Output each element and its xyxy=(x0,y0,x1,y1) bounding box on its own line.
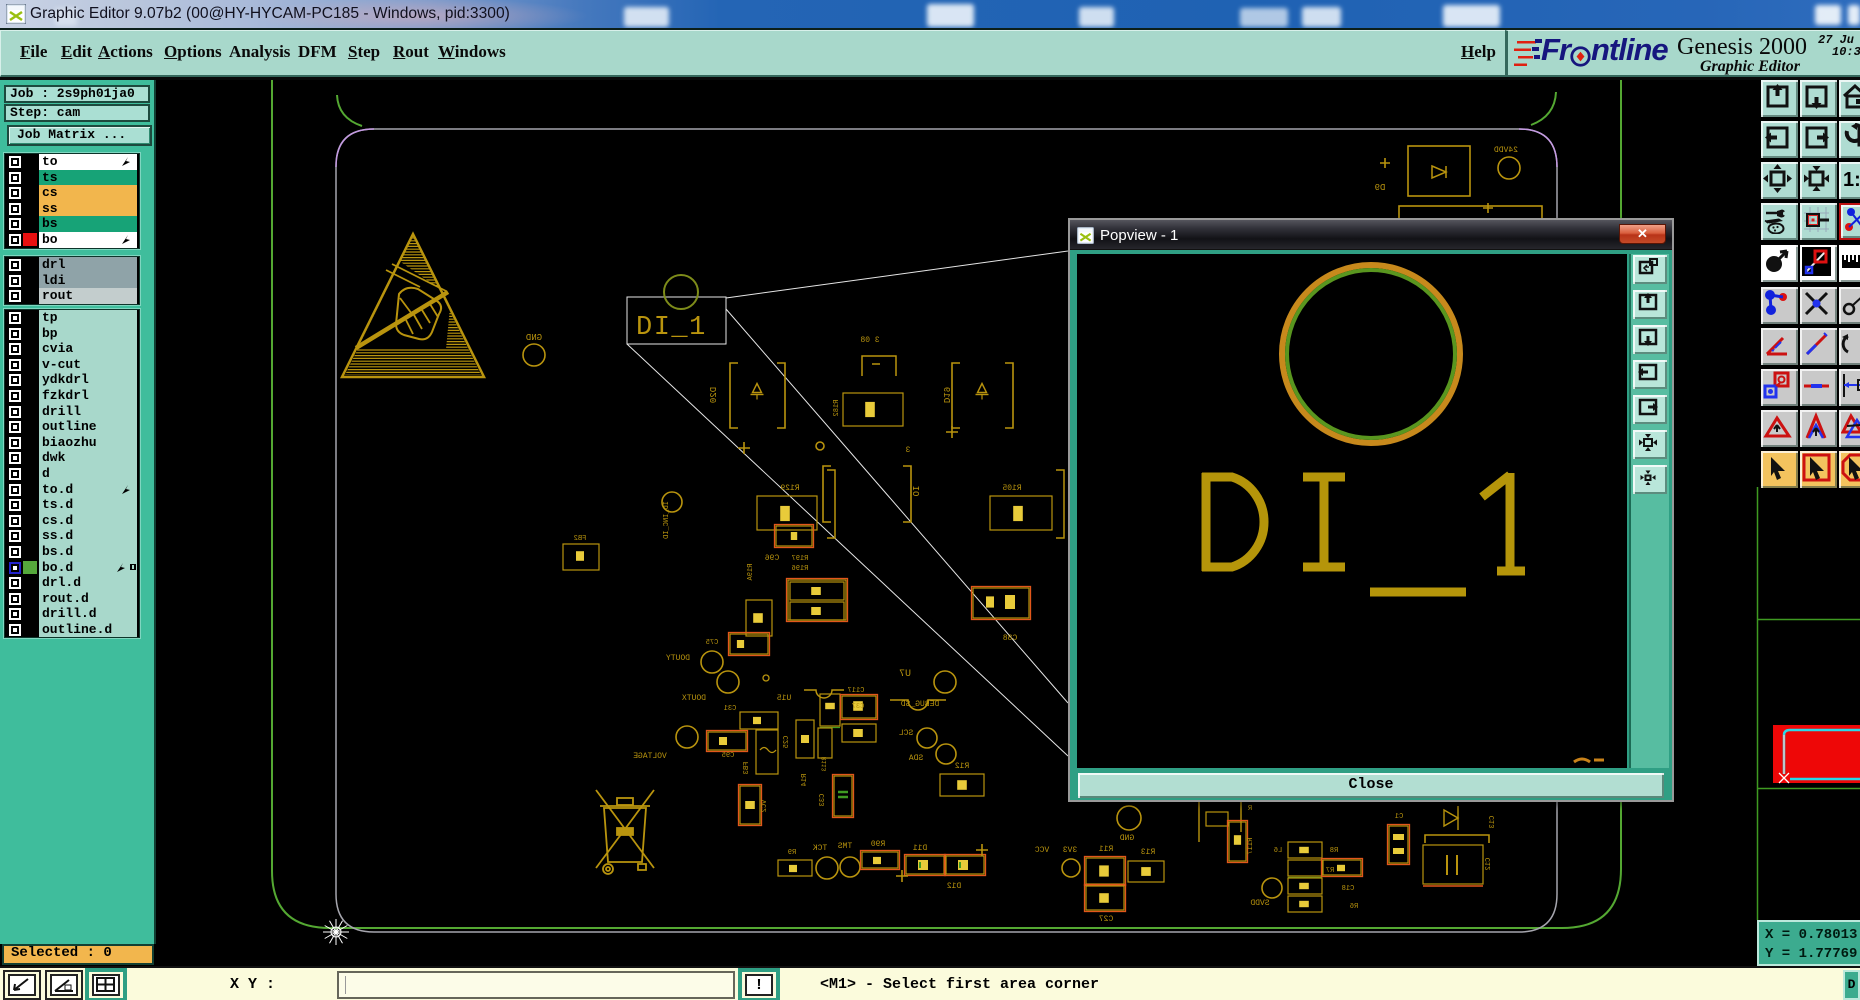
svg-text:24VDD: 24VDD xyxy=(1494,146,1518,155)
svg-text:C13: C13 xyxy=(1489,816,1497,829)
svg-text:C18: C18 xyxy=(1342,885,1355,893)
svg-text:VCC: VCC xyxy=(1035,846,1050,855)
svg-text:TMS: TMS xyxy=(838,842,853,851)
svg-text:R197: R197 xyxy=(792,555,809,563)
svg-text:DOUTX: DOUTX xyxy=(682,694,706,703)
svg-text:3 08: 3 08 xyxy=(860,336,879,345)
svg-text:R14: R14 xyxy=(801,774,809,787)
svg-text:FB2: FB2 xyxy=(574,535,587,543)
svg-text:C1: C1 xyxy=(1395,813,1403,821)
svg-text:C117: C117 xyxy=(848,687,865,695)
svg-text:R19A: R19A xyxy=(747,564,755,582)
svg-text:D9: D9 xyxy=(1375,183,1386,193)
svg-text:R7: R7 xyxy=(1326,867,1334,875)
svg-text:SVDD: SVDD xyxy=(1250,899,1269,908)
svg-text:ID_INC_ID: ID_INC_ID xyxy=(663,501,671,539)
svg-text:C96: C96 xyxy=(765,554,780,563)
svg-text:U7: U7 xyxy=(899,669,911,680)
svg-text:VOLTAGE: VOLTAGE xyxy=(633,752,667,761)
svg-text:R9: R9 xyxy=(788,849,796,857)
svg-text:GND: GND xyxy=(1120,834,1135,843)
svg-text:U15: U15 xyxy=(777,694,792,703)
svg-text:C25: C25 xyxy=(783,736,791,749)
svg-text:C12: C12 xyxy=(1485,858,1493,871)
svg-text:DEBUG_SD: DEBUG_SD xyxy=(901,700,940,709)
svg-text:3: 3 xyxy=(905,446,910,455)
svg-text:SCL: SCL xyxy=(899,729,914,738)
svg-text:R8: R8 xyxy=(1330,847,1338,855)
svg-text:L6: L6 xyxy=(1274,847,1282,855)
svg-text:R196: R196 xyxy=(792,565,809,573)
svg-text:R105: R105 xyxy=(1002,484,1021,493)
svg-text:SDA: SDA xyxy=(909,754,924,763)
svg-text:VC2: VC2 xyxy=(761,800,769,813)
svg-text:GND: GND xyxy=(526,333,542,343)
svg-text:D19: D19 xyxy=(941,387,951,403)
svg-text:TCK: TCK xyxy=(813,844,828,853)
svg-text:FB3: FB3 xyxy=(743,762,751,775)
svg-text:1:: 1: xyxy=(1843,169,1860,191)
svg-text:C88: C88 xyxy=(1003,634,1018,643)
svg-text:C27: C27 xyxy=(1099,915,1114,924)
svg-text:R113: R113 xyxy=(821,757,828,772)
svg-text:C33: C33 xyxy=(819,794,827,807)
svg-text:R182: R182 xyxy=(833,400,841,417)
svg-text:D12: D12 xyxy=(947,882,962,891)
svg-text:R129: R129 xyxy=(780,484,799,493)
svg-text:3V3: 3V3 xyxy=(1063,846,1078,855)
svg-text:R13: R13 xyxy=(1141,848,1156,857)
svg-text:R12: R12 xyxy=(955,762,970,771)
svg-text:R6: R6 xyxy=(1350,903,1358,911)
svg-text:D11: D11 xyxy=(913,844,928,853)
svg-text:R11: R11 xyxy=(1099,845,1114,854)
svg-text:DI_1: DI_1 xyxy=(636,313,707,343)
svg-text:IO: IO xyxy=(912,486,922,497)
svg-text:R90: R90 xyxy=(871,840,886,849)
svg-text:C95: C95 xyxy=(722,752,735,760)
svg-text:C37: C37 xyxy=(852,703,865,711)
svg-text:C31: C31 xyxy=(724,705,737,713)
svg-text:D20: D20 xyxy=(709,387,719,403)
svg-text:DOUTY: DOUTY xyxy=(666,654,690,663)
svg-text:R117: R117 xyxy=(1247,838,1255,855)
svg-text:C75: C75 xyxy=(706,639,719,647)
